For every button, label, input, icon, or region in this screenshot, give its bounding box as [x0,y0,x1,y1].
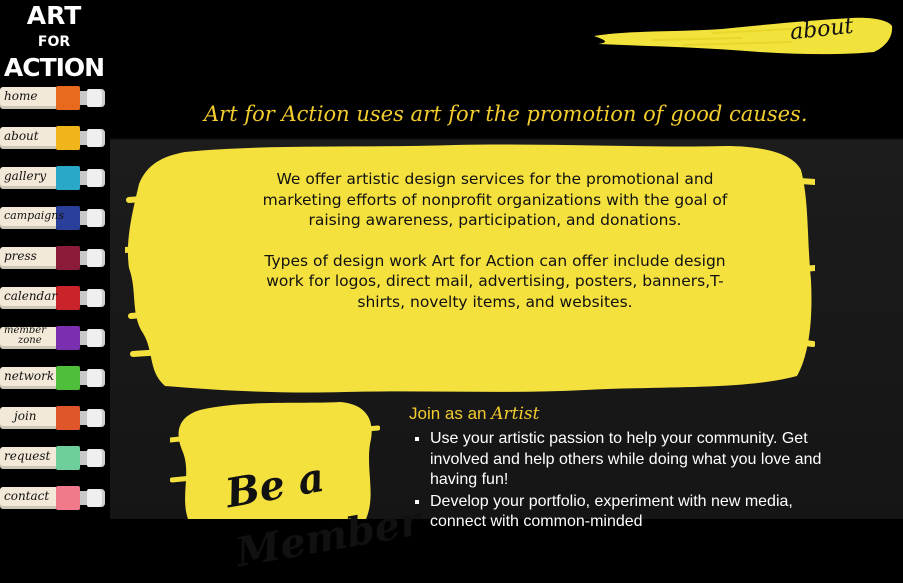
nav-item-network[interactable]: network [0,364,106,392]
nav-item-campaigns[interactable]: campaigns [0,204,106,232]
nav-item-request[interactable]: request [0,444,106,472]
nav-item-label: home [4,89,38,103]
nav-item-label: member zone [4,326,46,346]
join-heading-prefix: Join as an [409,404,487,423]
nav-item-label: contact [4,489,50,503]
nav-item-label: calendar [4,289,58,303]
nav-item-label: campaigns [4,209,65,222]
nav-item-gallery[interactable]: gallery [0,164,106,192]
nav-item-calendar[interactable]: calendar [0,284,106,312]
intro-text: We offer artistic design services for th… [245,169,745,332]
logo-line-3: ACTION [3,53,105,82]
logo-line-1: ART [26,1,82,30]
join-heading-emphasis: Artist [491,404,540,424]
nav-item-member-zone[interactable]: member zone [0,324,106,352]
nav-item-press[interactable]: press [0,244,106,272]
logo-line-2: FOR [37,34,71,50]
nav-item-contact[interactable]: contact [0,484,106,512]
list-item: Develop your portfolio, experiment with … [430,492,829,533]
nav-item-label: gallery [4,169,47,183]
sidebar: ART FOR ACTION home about gallery campai… [0,0,110,519]
list-item: Use your artistic passion to help your c… [430,429,829,491]
nav-item-label: about [4,129,39,143]
intro-paragraph-1: We offer artistic design services for th… [262,170,728,229]
join-benefits-list: Use your artistic passion to help your c… [409,429,829,533]
nav-item-label: press [4,249,37,263]
nav-item-label: network [4,369,55,383]
site-logo[interactable]: ART FOR ACTION [0,0,108,80]
nav-item-about[interactable]: about [0,124,106,152]
tagline: Art for Action uses art for the promotio… [204,102,808,126]
nav-item-join[interactable]: join [0,404,106,432]
nav-item-label-line-2: zone [18,335,42,346]
join-section: Join as an Artist Use your artistic pass… [409,404,829,534]
nav-item-label: request [4,449,51,463]
nav-item-label: join [14,409,37,423]
intro-paragraph-2: Types of design work Art for Action can … [264,251,726,311]
join-heading: Join as an Artist [409,404,829,424]
